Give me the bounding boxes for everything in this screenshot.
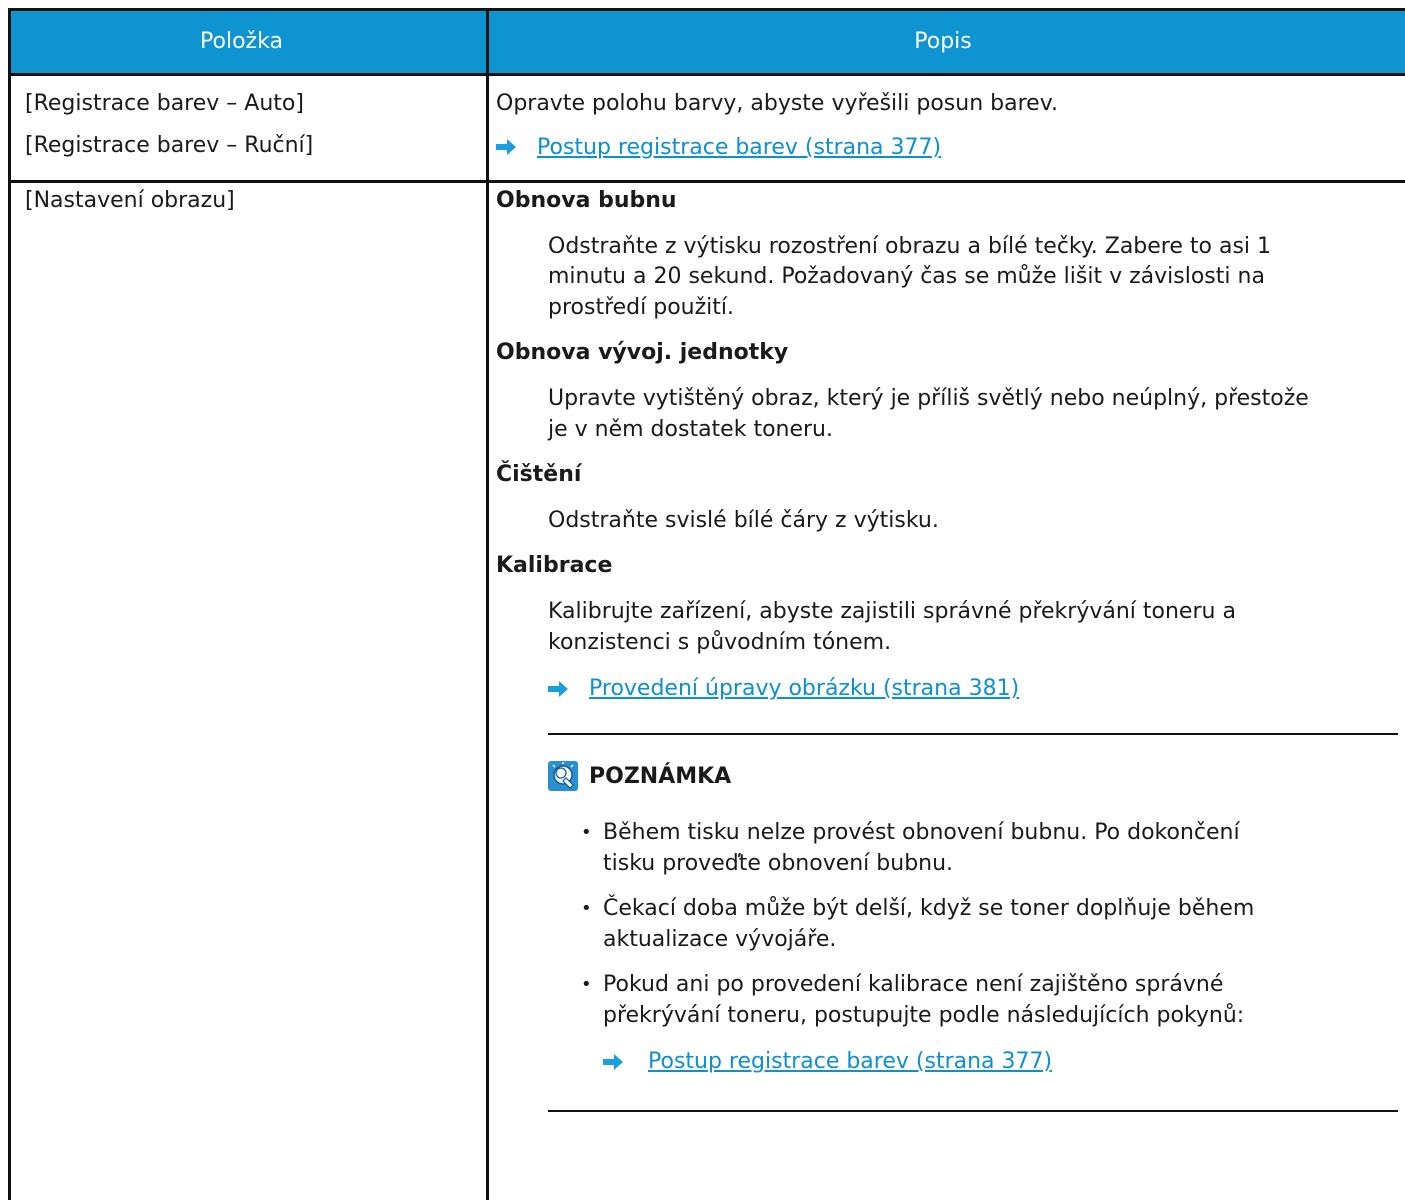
note-top-rule (548, 733, 1398, 735)
arrow-right-icon (496, 139, 516, 155)
lightbulb-icon (548, 761, 578, 791)
link-image-adjustment[interactable]: Provedení úpravy obrázku (strana 381) (589, 674, 1019, 704)
note-bottom-rule (548, 1110, 1398, 1112)
drum-refresh-text-line: minutu a 20 sekund. Požadovaný čas se mů… (548, 264, 1265, 289)
calibration-text-line: konzistenci s původním tónem. (548, 630, 892, 655)
bullet-dot: • (581, 822, 592, 843)
note-bullet-line: překrývání toneru, postupujte podle násl… (603, 1003, 1245, 1028)
note-bullet-line: Čekací doba může být delší, když se tone… (603, 896, 1255, 921)
header-divider (11, 73, 1405, 76)
drum-refresh-text-line: Odstraňte z výtisku rozostření obrazu a … (548, 234, 1272, 259)
heading-cleaning: Čištění (496, 462, 582, 487)
arrow-right-icon (603, 1054, 623, 1070)
developer-refresh-text-line: je v něm dostatek toneru. (548, 417, 833, 442)
bullet-dot: • (581, 974, 592, 995)
link-color-registration-note[interactable]: Postup registrace barev (strana 377) (648, 1047, 1052, 1077)
note-title: POZNÁMKA (589, 764, 732, 789)
arrow-right-icon (548, 681, 568, 697)
item-color-registration-manual: [Registrace barev – Ruční] (25, 133, 314, 158)
note-bullet-line: Během tisku nelze provést obnovení bubnu… (603, 820, 1240, 845)
note-bullet-line: aktualizace vývojáře. (603, 927, 837, 952)
column-divider (486, 11, 489, 1200)
link-color-registration[interactable]: Postup registrace barev (strana 377) (537, 133, 941, 163)
note-bullet-line: Pokud ani po provedení kalibrace není za… (603, 972, 1224, 997)
row-divider (11, 180, 1405, 183)
drum-refresh-text-line: prostředí použití. (548, 295, 735, 320)
item-color-registration-auto: [Registrace barev – Auto] (25, 91, 304, 116)
bullet-dot: • (581, 898, 592, 919)
row1-description: Opravte polohu barvy, abyste vyřešili po… (496, 91, 1058, 116)
heading-developer-refresh: Obnova vývoj. jednotky (496, 340, 789, 365)
heading-calibration: Kalibrace (496, 553, 613, 578)
calibration-text-line: Kalibrujte zařízení, abyste zajistili sp… (548, 599, 1236, 624)
developer-refresh-text-line: Upravte vytištěný obraz, který je příliš… (548, 386, 1309, 411)
heading-drum-refresh: Obnova bubnu (496, 188, 677, 213)
item-image-adjustment: [Nastavení obrazu] (25, 188, 235, 213)
cleaning-text-line: Odstraňte svislé bílé čáry z výtisku. (548, 508, 939, 533)
note-bullet-line: tisku proveďte obnovení bubnu. (603, 851, 954, 876)
